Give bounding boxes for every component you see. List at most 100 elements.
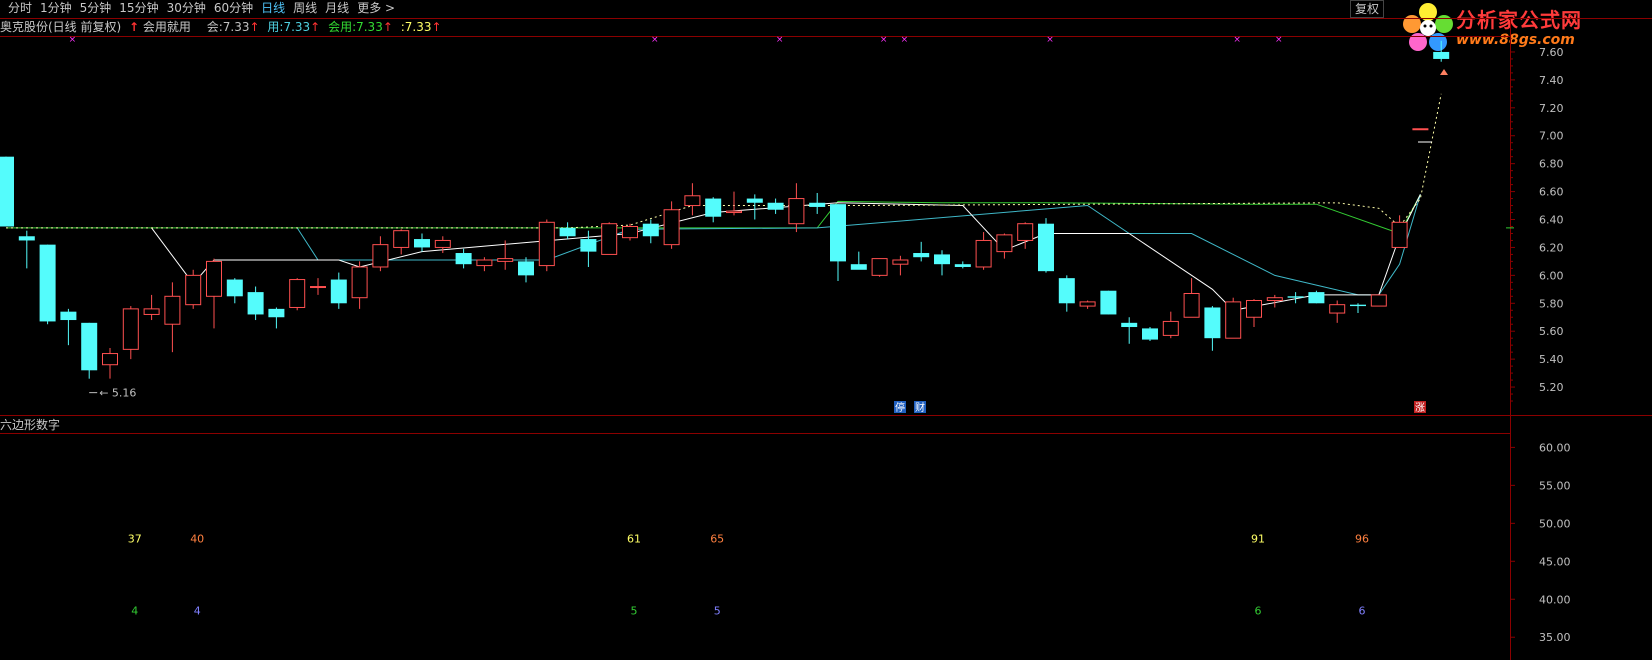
candle-body xyxy=(1058,278,1075,304)
hexagon-number-label: 37 xyxy=(128,533,142,546)
candle-body xyxy=(268,308,285,318)
candle-body xyxy=(746,198,763,203)
y-tick-label: 7.00 xyxy=(1539,130,1564,143)
candle-body xyxy=(1017,223,1034,241)
x-marker-icon: × xyxy=(880,35,888,45)
sub-y-tick-label: 60.00 xyxy=(1539,441,1571,454)
candle-body xyxy=(1121,322,1138,328)
candle-body xyxy=(60,311,77,321)
candle-body xyxy=(954,264,971,267)
y-tick-label: 7.40 xyxy=(1539,74,1564,87)
x-marker-icon: × xyxy=(69,35,77,45)
hexagon-number-label: 6 xyxy=(1255,605,1262,618)
hexagon-number-label: 6 xyxy=(1359,605,1366,618)
y-tick-label: 7.60 xyxy=(1539,46,1564,59)
candle-body xyxy=(1225,301,1242,339)
candle-body xyxy=(996,234,1013,253)
candle-body xyxy=(226,279,243,297)
hexagon-number-label: 91 xyxy=(1251,533,1265,546)
up-triangle-icon xyxy=(1440,69,1448,75)
candle-body xyxy=(1100,290,1117,315)
finance-marker: 财 xyxy=(915,401,925,414)
candle-body xyxy=(122,308,139,350)
candle-body xyxy=(0,156,14,227)
candle-body xyxy=(1183,293,1200,318)
candle-body xyxy=(975,239,992,268)
candle-body xyxy=(663,209,680,246)
candle-body xyxy=(476,259,493,267)
candle-body xyxy=(39,244,56,322)
candle-body xyxy=(1266,297,1283,301)
x-marker-icon: × xyxy=(1046,35,1054,45)
candle-body xyxy=(393,230,410,248)
candle-body xyxy=(518,261,534,276)
candle-body xyxy=(185,274,202,306)
candle-body xyxy=(934,254,950,265)
y-tick-label: 7.20 xyxy=(1539,102,1564,115)
sub-y-tick-label: 40.00 xyxy=(1539,593,1571,606)
low-price-label: ← 5.16 xyxy=(99,387,136,400)
candle-body xyxy=(622,225,638,239)
candle-body xyxy=(81,322,98,371)
sub-y-tick-label: 50.00 xyxy=(1539,517,1571,530)
rise-marker: 涨 xyxy=(1415,402,1425,414)
candle-body xyxy=(1350,304,1366,307)
candle-body xyxy=(767,202,784,210)
kline-chart[interactable]: 7.60 7.40 7.20 7.00 6.80 6.60 6.40 6.20 6.00 5.80… xyxy=(0,0,1652,660)
candle-body xyxy=(809,202,826,207)
candle-body xyxy=(580,239,597,252)
y-tick-label: 6.20 xyxy=(1539,241,1564,254)
hexagon-number-label: 5 xyxy=(631,605,638,618)
ma-yellow-dotted-line xyxy=(6,93,1442,229)
candle-body xyxy=(559,227,576,237)
hexagon-number-label: 4 xyxy=(194,605,201,618)
candle-body xyxy=(1329,304,1346,314)
candle-body xyxy=(247,292,264,315)
candle-body xyxy=(538,221,555,267)
candle-body xyxy=(102,353,118,366)
candle-body xyxy=(18,236,35,241)
x-marker-icon: × xyxy=(1233,35,1241,45)
y-tick-label: 6.40 xyxy=(1539,214,1564,227)
suspend-marker: 停 xyxy=(895,401,905,414)
y-tick-label: 5.80 xyxy=(1539,297,1564,310)
ma-cyan-line xyxy=(296,194,1421,296)
candle-body xyxy=(164,295,181,325)
candle-body xyxy=(351,266,368,299)
y-tick-label: 6.60 xyxy=(1539,186,1564,199)
candle-body xyxy=(684,195,701,207)
candle-body xyxy=(206,260,222,297)
candle-body xyxy=(913,253,930,258)
sub-y-tick-label: 35.00 xyxy=(1539,631,1571,644)
candle-body xyxy=(830,204,846,262)
candle-body xyxy=(414,239,430,248)
candle-body xyxy=(310,286,326,289)
candle-body xyxy=(850,264,867,270)
candle-body xyxy=(788,198,805,225)
candle-body xyxy=(289,279,306,308)
candle-body xyxy=(330,279,347,304)
candle-body xyxy=(1370,294,1387,307)
y-tick-label: 6.80 xyxy=(1539,158,1564,171)
candle-body xyxy=(455,253,472,265)
x-marker-icon: × xyxy=(651,35,659,45)
candle-body xyxy=(434,239,451,248)
candle-body xyxy=(705,198,722,217)
y-tick-label: 5.40 xyxy=(1539,353,1564,366)
candle-body xyxy=(372,244,389,268)
candle-body xyxy=(497,258,514,262)
hexagon-number-label: 61 xyxy=(627,533,641,546)
candle-body xyxy=(726,210,742,214)
candle-body xyxy=(1391,221,1408,248)
hexagon-number-label: 96 xyxy=(1355,533,1369,546)
candle-body xyxy=(1142,328,1158,340)
hexagon-number-label: 40 xyxy=(190,533,204,546)
candle-body xyxy=(1162,320,1179,336)
x-marker-icon: × xyxy=(776,35,784,45)
y-tick-label: 6.00 xyxy=(1539,269,1564,282)
sub-y-tick-label: 45.00 xyxy=(1539,555,1571,568)
candle-body xyxy=(642,223,659,237)
candle-body xyxy=(1204,307,1221,339)
hexagon-number-label: 5 xyxy=(714,605,721,618)
x-marker-icon: × xyxy=(1275,35,1283,45)
